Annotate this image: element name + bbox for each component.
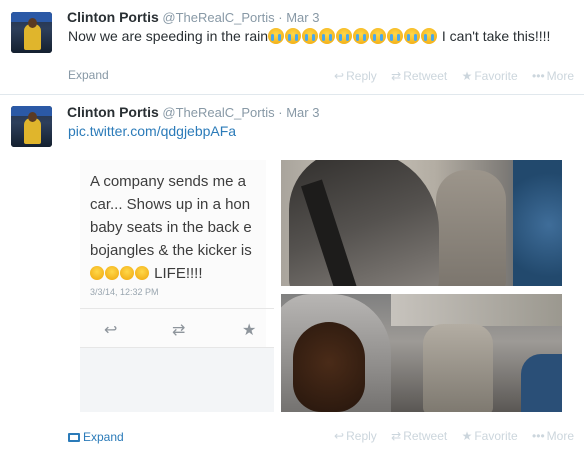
screenshot-timestamp: 3/3/14, 12:32 PM bbox=[90, 287, 159, 297]
reply-label: Reply bbox=[346, 429, 377, 443]
divider bbox=[80, 308, 274, 309]
retweet-icon: ⇄ bbox=[172, 322, 186, 339]
crying-emoji-icon bbox=[370, 28, 387, 44]
expand-label: Expand bbox=[68, 68, 109, 82]
emoji-group bbox=[268, 28, 438, 44]
crying-emoji-icon bbox=[120, 266, 134, 280]
more-button[interactable]: ••• More bbox=[532, 69, 574, 83]
display-name[interactable]: Clinton Portis bbox=[67, 9, 159, 25]
crying-emoji-icon bbox=[319, 28, 336, 44]
screenshot-line: LIFE!!!! bbox=[90, 262, 280, 285]
tweet-header: Clinton Portis @TheRealC_Portis · Mar 3 bbox=[67, 104, 319, 120]
photo-icon bbox=[68, 433, 80, 442]
more-label: More bbox=[546, 429, 574, 443]
separator: · bbox=[278, 10, 283, 25]
star-icon: ★ bbox=[461, 69, 473, 83]
crying-emoji-icon bbox=[387, 28, 404, 44]
reply-button[interactable]: ↩ Reply bbox=[334, 429, 377, 443]
tweet[interactable]: Clinton Portis @TheRealC_Portis · Mar 3 … bbox=[0, 0, 584, 95]
favorite-button[interactable]: ★ Favorite bbox=[462, 429, 518, 443]
crying-emoji-icon bbox=[268, 28, 285, 44]
screenshot-line: baby seats in the back e bbox=[90, 219, 252, 236]
favorite-button[interactable]: ★ Favorite bbox=[462, 69, 518, 83]
photo-car-selfie bbox=[281, 294, 562, 412]
crying-emoji-icon bbox=[404, 28, 421, 44]
crying-emoji-icon bbox=[421, 28, 438, 44]
timestamp[interactable]: Mar 3 bbox=[286, 105, 319, 120]
crying-emoji-icon bbox=[135, 266, 149, 280]
tweet-header: Clinton Portis @TheRealC_Portis · Mar 3 bbox=[67, 9, 319, 25]
tweet-media[interactable]: A company sends me a car... Shows up in … bbox=[80, 160, 562, 412]
reply-icon: ↩ bbox=[334, 429, 345, 443]
expand-link[interactable]: Expand bbox=[68, 68, 109, 82]
avatar[interactable] bbox=[11, 12, 52, 53]
tweet-actions: ↩ Reply ⇄ Retweet ★ Favorite ••• More bbox=[323, 429, 574, 443]
screenshot-image: A company sends me a car... Shows up in … bbox=[80, 160, 274, 412]
more-icon: ••• bbox=[532, 429, 545, 443]
separator: · bbox=[278, 105, 283, 120]
screenshot-actions: ↩ ⇄ ★ bbox=[80, 320, 274, 340]
tweet-text-part: Now we are speeding in the rain bbox=[68, 28, 269, 44]
crying-emoji-icon bbox=[90, 266, 104, 280]
reply-icon: ↩ bbox=[334, 69, 345, 83]
username[interactable]: @TheRealC_Portis bbox=[162, 10, 274, 25]
tweet[interactable]: Clinton Portis @TheRealC_Portis · Mar 3 … bbox=[0, 95, 584, 453]
more-label: More bbox=[546, 69, 574, 83]
tweet-text: Now we are speeding in the rain I can't … bbox=[68, 27, 568, 45]
crying-emoji-icon bbox=[105, 266, 119, 280]
screenshot-text: A company sends me a car... Shows up in … bbox=[90, 170, 280, 285]
retweet-label: Retweet bbox=[403, 429, 448, 443]
screenshot-line: A company sends me a bbox=[90, 173, 246, 190]
timestamp[interactable]: Mar 3 bbox=[286, 10, 319, 25]
crying-emoji-icon bbox=[302, 28, 319, 44]
display-name[interactable]: Clinton Portis bbox=[67, 104, 159, 120]
retweet-icon: ⇄ bbox=[391, 429, 402, 443]
pic-link[interactable]: pic.twitter.com/qdgjebpAFa bbox=[68, 123, 236, 139]
screenshot-line: bojangles & the kicker is bbox=[90, 242, 252, 259]
photo-car-top bbox=[281, 160, 562, 286]
retweet-button[interactable]: ⇄ Retweet bbox=[391, 69, 447, 83]
tweet-actions: ↩ Reply ⇄ Retweet ★ Favorite ••• More bbox=[323, 69, 574, 83]
retweet-label: Retweet bbox=[403, 69, 448, 83]
avatar[interactable] bbox=[11, 106, 52, 147]
retweet-button[interactable]: ⇄ Retweet bbox=[391, 429, 447, 443]
screenshot-line: car... Shows up in a hon bbox=[90, 196, 251, 213]
crying-emoji-icon bbox=[285, 28, 302, 44]
crying-emoji-icon bbox=[336, 28, 353, 44]
favorite-label: Favorite bbox=[474, 429, 518, 443]
tweet-text: pic.twitter.com/qdgjebpAFa bbox=[68, 122, 568, 140]
more-icon: ••• bbox=[532, 69, 545, 83]
reply-button[interactable]: ↩ Reply bbox=[334, 69, 377, 83]
retweet-icon: ⇄ bbox=[391, 69, 402, 83]
star-icon: ★ bbox=[461, 429, 473, 443]
reply-label: Reply bbox=[346, 69, 377, 83]
reply-icon: ↩ bbox=[104, 322, 118, 339]
more-button[interactable]: ••• More bbox=[532, 429, 574, 443]
favorite-label: Favorite bbox=[474, 69, 518, 83]
crying-emoji-icon bbox=[353, 28, 370, 44]
expand-label: Expand bbox=[83, 430, 124, 444]
screenshot-panel bbox=[80, 347, 274, 412]
emoji-group bbox=[90, 265, 150, 282]
star-icon: ★ bbox=[242, 322, 257, 339]
screenshot-last-line: LIFE!!!! bbox=[154, 265, 203, 282]
tweet-text-part: I can't take this!!!! bbox=[438, 28, 551, 44]
expand-link[interactable]: Expand bbox=[68, 430, 124, 444]
username[interactable]: @TheRealC_Portis bbox=[162, 105, 274, 120]
